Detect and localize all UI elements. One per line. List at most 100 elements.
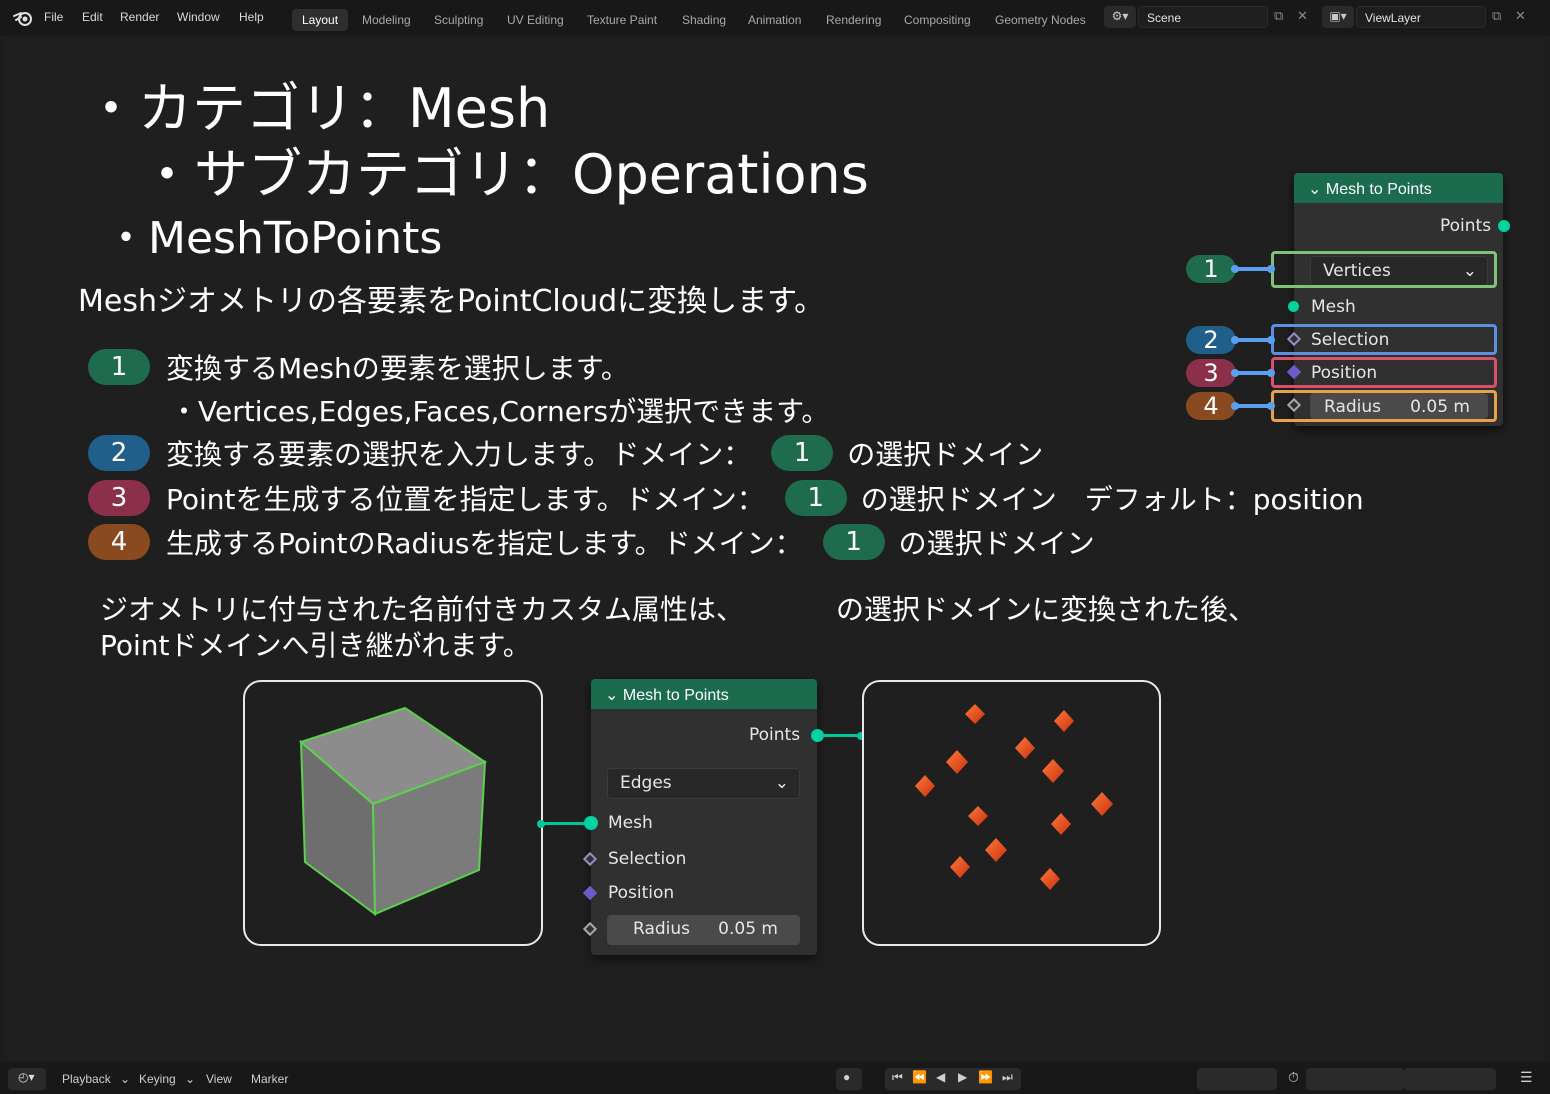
badge-ref-1: 1 bbox=[784, 480, 847, 516]
menu-window[interactable]: Window bbox=[177, 10, 220, 24]
badge-link-dot bbox=[1267, 265, 1275, 273]
explanation-suffix: の選択ドメイン デフォルト：position bbox=[860, 483, 1364, 516]
badge-3: 3 bbox=[88, 480, 150, 516]
node-title: Mesh to Points bbox=[1325, 181, 1432, 198]
output-points-label: Points bbox=[749, 725, 801, 745]
output-points-socket[interactable] bbox=[1498, 220, 1510, 232]
tab-layout[interactable]: Layout bbox=[292, 9, 349, 31]
badge-link-dot bbox=[1231, 265, 1239, 273]
radius-label: Radius bbox=[633, 919, 691, 939]
chevron-down-icon: ⌄ bbox=[120, 1072, 131, 1086]
collapse-chevron-icon[interactable]: ⌄ bbox=[605, 687, 623, 704]
node-header[interactable]: ⌄ Mesh to Points bbox=[1294, 173, 1503, 203]
output-points-preview bbox=[862, 680, 1161, 946]
delete-view-layer-icon[interactable]: ✕ bbox=[1515, 9, 1526, 24]
tab-modeling[interactable]: Modeling bbox=[352, 9, 421, 31]
tab-rendering[interactable]: Rendering bbox=[816, 9, 891, 31]
node-badge-1: 1 bbox=[1186, 255, 1236, 283]
attribute-note-line1a: ジオメトリに付与された名前付きカスタム属性は、 bbox=[100, 593, 745, 626]
highlight-3 bbox=[1271, 357, 1497, 388]
tab-texture-paint[interactable]: Texture Paint bbox=[577, 9, 667, 31]
play-reverse-icon[interactable]: ◀ bbox=[936, 1070, 945, 1084]
tab-geometry-nodes[interactable]: Geometry Nodes bbox=[985, 9, 1096, 31]
next-keyframe-icon[interactable]: ⏩ bbox=[978, 1070, 993, 1084]
play-icon[interactable]: ▶ bbox=[958, 1070, 967, 1084]
badge-4: 4 bbox=[88, 524, 150, 560]
view-layer-selector-icon[interactable]: ▣▾ bbox=[1322, 6, 1354, 28]
badge-link-dot bbox=[1231, 402, 1239, 410]
menu-help[interactable]: Help bbox=[239, 10, 264, 24]
start-frame-field[interactable] bbox=[1306, 1068, 1404, 1090]
menu-keying[interactable]: Keying bbox=[139, 1072, 176, 1086]
input-position-label: Position bbox=[608, 883, 675, 903]
collapse-chevron-icon[interactable]: ⌄ bbox=[1308, 181, 1326, 198]
attribute-note-line2: Pointドメインへ引き継がれます。 bbox=[100, 629, 531, 662]
jump-start-icon[interactable]: ⏮ bbox=[892, 1070, 903, 1085]
badge-1: 1 bbox=[88, 349, 150, 385]
end-frame-field[interactable] bbox=[1404, 1068, 1496, 1090]
node-badge-4: 4 bbox=[1186, 392, 1236, 420]
badge-link-dot bbox=[1231, 336, 1239, 344]
prev-keyframe-icon[interactable]: ⏪ bbox=[912, 1070, 927, 1084]
explanation-item-2: 2 変換する要素の選択を入力します。ドメイン： 1 の選択ドメイン bbox=[88, 434, 1043, 472]
top-bar: File Edit Render Window Help Layout Mode… bbox=[0, 0, 1550, 36]
node-description: Meshジオメトリの各要素をPointCloudに変換します。 bbox=[78, 284, 825, 319]
badge-2: 2 bbox=[88, 435, 150, 471]
current-frame-field[interactable] bbox=[1197, 1068, 1277, 1090]
timeline-bar: ◴▾ Playback ⌄ Keying ⌄ View Marker ● ⏮ ⏪… bbox=[0, 1062, 1550, 1094]
scene-selector-icon[interactable]: ⚙▾ bbox=[1104, 6, 1136, 28]
point-cloud-icon bbox=[915, 704, 1113, 890]
explanation-text: 変換するMeshの要素を選択します。 bbox=[166, 352, 629, 385]
input-mesh-label: Mesh bbox=[1311, 297, 1356, 317]
radius-value: 0.05 m bbox=[718, 919, 778, 939]
explanation-item-1: 1 変換するMeshの要素を選択します。 bbox=[88, 348, 629, 386]
new-view-layer-icon[interactable]: ⧉ bbox=[1492, 9, 1501, 24]
clock-icon: ◴▾ bbox=[18, 1070, 35, 1084]
output-points-socket[interactable] bbox=[811, 729, 824, 742]
badge-link-dot bbox=[1267, 336, 1275, 344]
blender-logo-icon[interactable] bbox=[12, 8, 34, 28]
highlight-4 bbox=[1271, 390, 1497, 422]
new-scene-icon[interactable]: ⧉ bbox=[1274, 9, 1283, 24]
explanation-suffix: の選択ドメイン bbox=[898, 527, 1095, 560]
input-selection-label: Selection bbox=[608, 849, 687, 869]
delete-scene-icon[interactable]: ✕ bbox=[1297, 9, 1308, 24]
menu-render[interactable]: Render bbox=[120, 10, 159, 24]
menu-marker[interactable]: Marker bbox=[251, 1072, 288, 1086]
scene-name-field[interactable]: Scene bbox=[1138, 6, 1268, 28]
badge-ref-1: 1 bbox=[771, 435, 834, 471]
menu-edit[interactable]: Edit bbox=[82, 10, 103, 24]
node-name-heading: ・MeshToPoints bbox=[104, 213, 443, 264]
tab-compositing[interactable]: Compositing bbox=[894, 9, 981, 31]
jump-end-icon[interactable]: ⏭ bbox=[1002, 1070, 1013, 1085]
sidebar-toggle-icon[interactable]: ☰ bbox=[1520, 1069, 1533, 1086]
input-mesh-label: Mesh bbox=[608, 813, 653, 833]
stopwatch-icon[interactable]: ⏱ bbox=[1288, 1069, 1299, 1086]
explanation-item-1-sub: ・Vertices,Edges,Faces,Cornersが選択できます。 bbox=[170, 395, 830, 428]
menu-view[interactable]: View bbox=[206, 1072, 232, 1086]
tab-shading[interactable]: Shading bbox=[672, 9, 736, 31]
node-badge-3: 3 bbox=[1186, 359, 1236, 387]
explanation-suffix: の選択ドメイン bbox=[847, 438, 1044, 471]
radius-field[interactable]: Radius 0.05 m bbox=[607, 915, 800, 945]
explanation-item-3: 3 Pointを生成する位置を指定します。ドメイン： 1 の選択ドメイン デフォ… bbox=[88, 479, 1364, 517]
node-header[interactable]: ⌄ Mesh to Points bbox=[591, 679, 817, 709]
explanation-item-4: 4 生成するPointのRadiusを指定します。ドメイン： 1 の選択ドメイン bbox=[88, 523, 1095, 561]
view-layer-name-field[interactable]: ViewLayer bbox=[1356, 6, 1486, 28]
input-mesh-socket[interactable] bbox=[1288, 301, 1299, 312]
node-title: Mesh to Points bbox=[622, 687, 729, 704]
tab-sculpting[interactable]: Sculpting bbox=[424, 9, 493, 31]
tab-animation[interactable]: Animation bbox=[738, 9, 811, 31]
chevron-down-icon: ⌄ bbox=[774, 773, 789, 793]
attribute-note-line1b: の選択ドメインに変換された後、 bbox=[836, 593, 1257, 626]
domain-dropdown[interactable]: Edges ⌄ bbox=[607, 768, 800, 799]
wire-endpoint bbox=[537, 820, 545, 828]
record-icon: ● bbox=[843, 1070, 851, 1084]
tab-uv-editing[interactable]: UV Editing bbox=[497, 9, 574, 31]
input-mesh-preview bbox=[243, 680, 543, 946]
input-mesh-socket[interactable] bbox=[584, 816, 598, 830]
badge-link-dot bbox=[1231, 369, 1239, 377]
menu-playback[interactable]: Playback bbox=[62, 1072, 111, 1086]
menu-file[interactable]: File bbox=[44, 10, 63, 24]
explanation-text: Pointを生成する位置を指定します。ドメイン： bbox=[166, 483, 765, 516]
